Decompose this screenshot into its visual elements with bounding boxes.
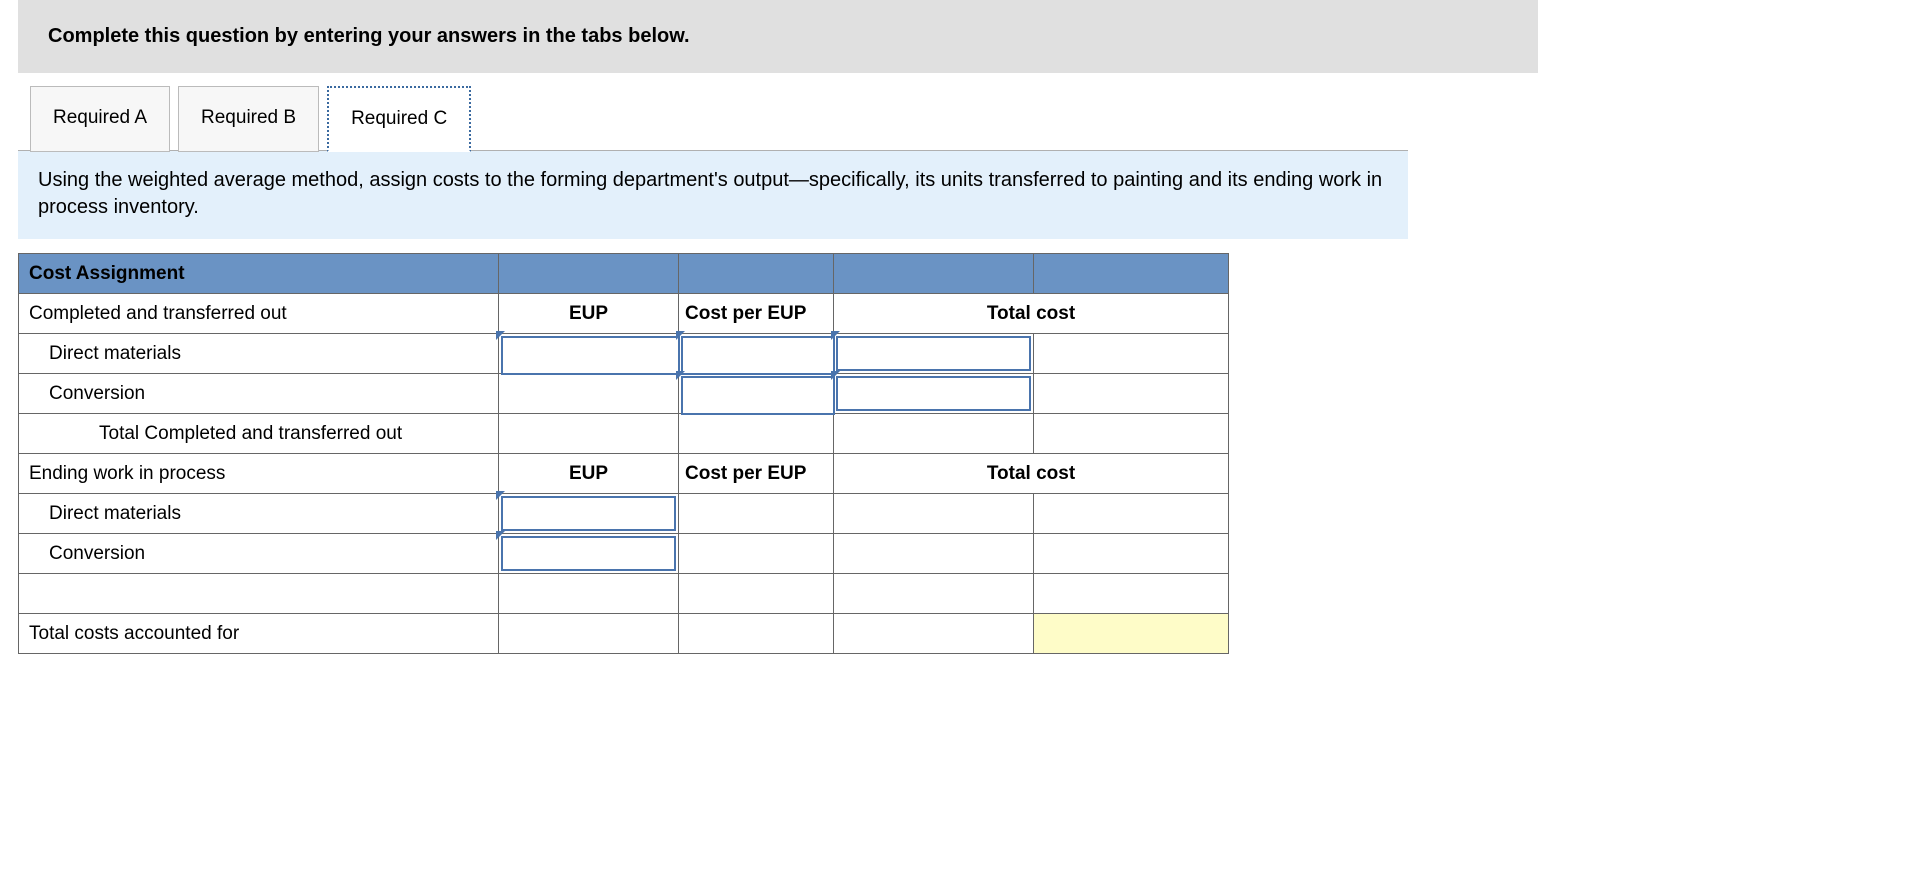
col-header-cpe: Cost per EUP — [679, 454, 834, 494]
input-ewip-dm-eup[interactable] — [499, 494, 679, 534]
row-label-cto: Completed and transferred out — [19, 294, 499, 334]
section-title-cell: Cost Assignment — [19, 254, 499, 294]
header-blank — [499, 254, 679, 294]
input-cto-dm-total[interactable] — [834, 334, 1034, 374]
tab-required-c[interactable]: Required C — [327, 86, 471, 152]
table-header-row: Cost Assignment — [19, 254, 1229, 294]
col-header-eup: EUP — [499, 294, 679, 334]
blank-cell — [834, 574, 1034, 614]
instruction-text: Complete this question by entering your … — [48, 25, 690, 47]
blank-cell — [834, 534, 1034, 574]
blank-cell — [1034, 374, 1229, 414]
blank-cell — [679, 614, 834, 654]
row-label-total-cto: Total Completed and transferred out — [19, 414, 499, 454]
input-cto-conv-total[interactable] — [834, 374, 1034, 414]
blank-cell — [679, 414, 834, 454]
blank-cell — [1034, 414, 1229, 454]
question-prompt: Using the weighted average method, assig… — [18, 150, 1408, 239]
cto-total-row: Total Completed and transferred out — [19, 414, 1229, 454]
row-label-total-acc: Total costs accounted for — [19, 614, 499, 654]
blank-cell — [19, 574, 499, 614]
input-cto-dm-eup[interactable] — [499, 334, 679, 374]
ewip-conv-row: Conversion — [19, 534, 1229, 574]
col-header-cpe: Cost per EUP — [679, 294, 834, 334]
blank-cell — [499, 574, 679, 614]
tab-label: Required C — [351, 108, 447, 129]
header-blank — [1034, 254, 1229, 294]
blank-cell — [499, 374, 679, 414]
ewip-dm-row: Direct materials — [19, 494, 1229, 534]
row-label-dm: Direct materials — [19, 494, 499, 534]
tab-required-a[interactable]: Required A — [30, 86, 170, 152]
cost-assignment-table: Cost Assignment Completed and transferre… — [18, 253, 1229, 654]
ewip-header-row: Ending work in process EUP Cost per EUP … — [19, 454, 1229, 494]
tab-required-b[interactable]: Required B — [178, 86, 319, 152]
input-ewip-conv-eup[interactable] — [499, 534, 679, 574]
blank-cell — [499, 414, 679, 454]
instruction-banner: Complete this question by entering your … — [18, 0, 1538, 73]
total-accounted-row: Total costs accounted for — [19, 614, 1229, 654]
cto-header-row: Completed and transferred out EUP Cost p… — [19, 294, 1229, 334]
col-header-total-cost: Total cost — [834, 294, 1229, 334]
blank-cell — [499, 614, 679, 654]
header-blank — [679, 254, 834, 294]
row-label-conv: Conversion — [19, 374, 499, 414]
tab-label: Required B — [201, 107, 296, 128]
input-cto-dm-cpe[interactable] — [679, 334, 834, 374]
prompt-text: Using the weighted average method, assig… — [38, 169, 1382, 218]
row-label-ewip: Ending work in process — [19, 454, 499, 494]
readonly-total-cell — [1034, 614, 1229, 654]
row-label-dm: Direct materials — [19, 334, 499, 374]
row-label-conv: Conversion — [19, 534, 499, 574]
blank-cell — [1034, 574, 1229, 614]
blank-cell — [1034, 494, 1229, 534]
blank-cell — [834, 614, 1034, 654]
blank-cell — [1034, 534, 1229, 574]
cto-conv-row: Conversion — [19, 374, 1229, 414]
blank-cell — [679, 494, 834, 534]
input-cto-conv-cpe[interactable] — [679, 374, 834, 414]
blank-cell — [679, 534, 834, 574]
ewip-blank-row — [19, 574, 1229, 614]
cto-dm-row: Direct materials — [19, 334, 1229, 374]
blank-cell — [1034, 334, 1229, 374]
tabs-row: Required A Required B Required C — [30, 85, 1540, 151]
col-header-eup: EUP — [499, 454, 679, 494]
tab-label: Required A — [53, 107, 147, 128]
blank-cell — [679, 574, 834, 614]
blank-cell — [834, 494, 1034, 534]
blank-cell — [834, 414, 1034, 454]
header-blank — [834, 254, 1034, 294]
col-header-total-cost: Total cost — [834, 454, 1229, 494]
